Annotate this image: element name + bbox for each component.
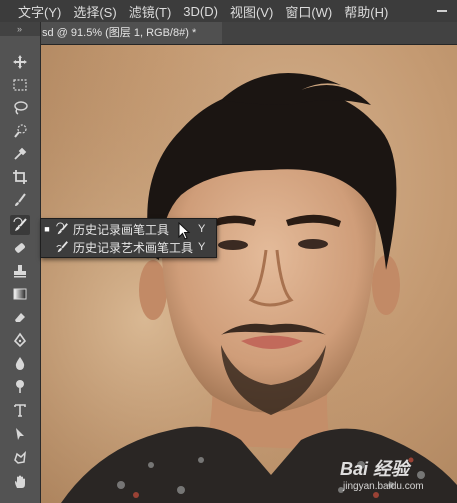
menu-type[interactable]: 文字(Y) (0, 2, 67, 21)
mouse-cursor-icon (178, 222, 191, 240)
lasso-tool-icon[interactable] (10, 98, 30, 118)
menu-help[interactable]: 帮助(H) (338, 2, 394, 21)
pen-tool-icon[interactable] (10, 330, 30, 350)
art-history-brush-icon (53, 239, 71, 255)
window-controls (437, 10, 457, 12)
document-canvas[interactable] (41, 45, 457, 503)
watermark-logo: Bai 经验 (340, 459, 410, 479)
brush-tool-icon[interactable] (10, 190, 30, 210)
flyout-item-shortcut: Y (198, 241, 206, 253)
history-brush-tool-icon[interactable] (10, 215, 30, 235)
eyedropper-tool-icon[interactable] (10, 144, 30, 164)
minimize-icon[interactable] (437, 10, 447, 12)
selected-bullet-icon: ■ (44, 224, 50, 234)
watermark: Bai 经验 jingyan.baidu.com (340, 455, 424, 492)
move-tool-icon[interactable] (10, 52, 30, 72)
menu-filter[interactable]: 滤镜(T) (123, 2, 178, 21)
toolbar-grip[interactable]: » (0, 22, 40, 36)
menu-3d[interactable]: 3D(D) (177, 4, 224, 19)
blur-tool-icon[interactable] (10, 353, 30, 373)
menu-bar: 文字(Y) 选择(S) 滤镜(T) 3D(D) 视图(V) 窗口(W) 帮助(H… (0, 0, 457, 22)
tools-panel: » (0, 22, 41, 503)
menu-select[interactable]: 选择(S) (67, 2, 122, 21)
type-tool-icon[interactable] (10, 400, 30, 420)
history-brush-icon (53, 221, 71, 237)
flyout-item-shortcut: Y (198, 223, 206, 235)
quick-select-tool-icon[interactable] (10, 121, 30, 141)
healing-tool-icon[interactable] (10, 238, 30, 258)
dodge-tool-icon[interactable] (10, 376, 30, 396)
document-tab-bar: sd @ 91.5% (图层 1, RGB/8#) * (40, 22, 457, 45)
gradient-tool-icon[interactable] (10, 284, 30, 304)
flyout-item-art-history-brush[interactable]: 历史记录艺术画笔工具 Y (41, 238, 216, 256)
shape-tool-icon[interactable] (10, 448, 30, 468)
path-select-tool-icon[interactable] (10, 424, 30, 444)
crop-tool-icon[interactable] (10, 167, 30, 187)
menu-view[interactable]: 视图(V) (224, 2, 279, 21)
watermark-url: jingyan.baidu.com (343, 481, 424, 492)
document-tab[interactable]: sd @ 91.5% (图层 1, RGB/8#) * (40, 22, 222, 44)
portrait-photo (41, 45, 457, 503)
flyout-item-label: 历史记录艺术画笔工具 (73, 240, 194, 255)
marquee-tool-icon[interactable] (10, 75, 30, 95)
stamp-tool-icon[interactable] (10, 261, 30, 281)
eraser-tool-icon[interactable] (10, 307, 30, 327)
hand-tool-icon[interactable] (10, 472, 30, 492)
menu-window[interactable]: 窗口(W) (279, 2, 338, 21)
